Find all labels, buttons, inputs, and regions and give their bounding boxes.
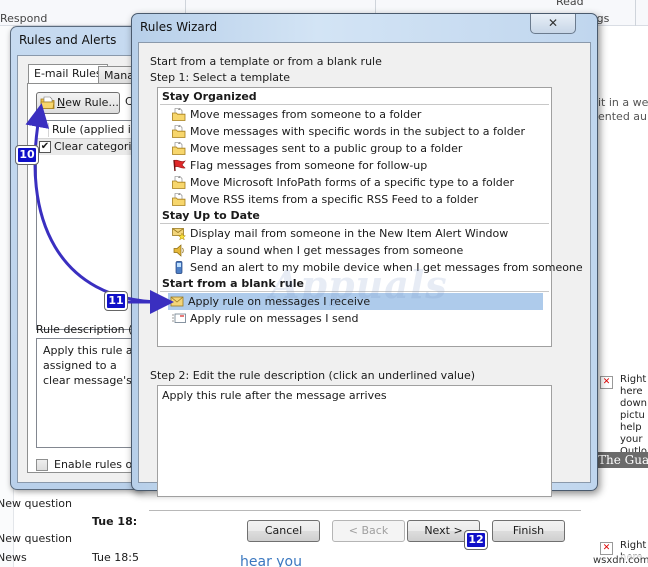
back-button[interactable]: < Back [332, 520, 405, 542]
mail-item-subject[interactable]: News [0, 551, 27, 564]
step-badge-12: 12 [464, 530, 488, 550]
move-to-folder-icon [172, 108, 186, 121]
group-header-stay-up-to-date: Stay Up to Date [160, 208, 549, 224]
mnemonic: N [57, 96, 66, 109]
template-label: Display mail from someone in the New Ite… [190, 227, 509, 240]
reading-pane-heading: hear you [240, 554, 302, 567]
template-item[interactable]: Flag messages from someone for follow-up [170, 157, 547, 174]
description-line: clear message's ca [43, 374, 149, 387]
template-label: Move messages from someone to a folder [190, 108, 422, 121]
template-label: Send an alert to my mobile device when I… [190, 261, 583, 274]
template-list[interactable]: Stay Organized Move messages from someon… [157, 87, 583, 347]
finish-button[interactable]: Finish [492, 520, 565, 542]
template-label: Move RSS items from a specific RSS Feed … [190, 193, 479, 206]
receive-envelope-icon [170, 296, 184, 307]
move-to-folder-icon [172, 142, 186, 155]
broken-image-icon: ✕ [600, 542, 613, 555]
rules-and-alerts-dialog: Rules and Alerts E-mail Rules Manage Ale… [10, 26, 190, 490]
button-label: ew Rule... [65, 96, 119, 109]
template-item[interactable]: Move messages from someone to a folder [170, 106, 547, 123]
template-label: Apply rule on messages I send [190, 312, 359, 325]
cancel-button[interactable]: Cancel [247, 520, 320, 542]
rule-description-text: Apply this rule after the message arrive… [162, 389, 387, 402]
template-label: Apply rule on messages I receive [188, 295, 371, 308]
template-item[interactable]: Apply rule on messages I send [170, 310, 547, 327]
step2-label: Step 2: Edit the rule description (click… [150, 369, 476, 382]
template-item[interactable]: Play a sound when I get messages from so… [170, 242, 547, 259]
close-icon: ✕ [547, 16, 559, 30]
template-label: Move Microsoft InfoPath forms of a speci… [190, 176, 515, 189]
new-rule-button[interactable]: New Rule... [36, 92, 120, 114]
dialog-title: Rules Wizard [140, 20, 218, 34]
reading-pane-text: ented au [598, 110, 648, 123]
move-to-folder-icon [172, 125, 186, 138]
mail-item-time: Tue 18: [92, 515, 138, 528]
mail-item-time: Tue 18:5 [92, 551, 139, 564]
template-item[interactable]: Move RSS items from a specific RSS Feed … [170, 191, 547, 208]
ribbon-group-respond: Respond [0, 12, 48, 25]
close-button[interactable]: ✕ [530, 14, 576, 34]
description-line: assigned to a [43, 359, 117, 372]
rules-wizard-dialog: Rules Wizard ✕ Start from a template or … [131, 13, 598, 497]
step-badge-10: 10 [15, 145, 39, 165]
flag-icon [173, 159, 186, 172]
ad-text: Right here down pictu help your Outlo [620, 374, 647, 457]
new-rule-folder-icon [40, 96, 55, 109]
template-label: Flag messages from someone for follow-up [190, 159, 428, 172]
ribbon-divider [635, 0, 636, 26]
tab-email-rules[interactable]: E-mail Rules [28, 64, 108, 84]
mail-item-subject[interactable]: New question [0, 532, 72, 545]
move-to-folder-icon [172, 193, 186, 206]
button-separator [149, 510, 581, 511]
enable-rules-checkbox[interactable] [36, 459, 48, 471]
guardian-banner[interactable]: The Guardian [598, 452, 648, 468]
template-item[interactable]: Send an alert to my mobile device when I… [170, 259, 583, 276]
template-label: Move messages with specific words in the… [190, 125, 525, 138]
site-watermark: wsxdn.com [593, 555, 648, 566]
template-item-selected[interactable]: Apply rule on messages I receive [168, 293, 543, 310]
mobile-device-icon [175, 261, 183, 274]
new-item-alert-icon [172, 228, 186, 240]
template-item[interactable]: Move messages sent to a public group to … [170, 140, 547, 157]
send-envelope-icon [172, 313, 186, 323]
speaker-icon [173, 244, 184, 257]
ad-block[interactable]: ✕ Right here down pictu help your Outlo [600, 374, 648, 457]
dialog-title: Rules and Alerts [19, 33, 117, 47]
rule-description-box[interactable]: Apply this rule after the message arrive… [157, 385, 552, 497]
template-item[interactable]: Display mail from someone in the New Ite… [170, 225, 547, 242]
mail-item-subject[interactable]: New question [0, 497, 72, 510]
rule-enabled-checkbox[interactable]: ✔ [39, 141, 51, 153]
wizard-body: Start from a template or from a blank ru… [138, 42, 591, 497]
template-label: Play a sound when I get messages from so… [190, 244, 464, 257]
reading-pane-text: it in a we [598, 96, 648, 109]
move-to-folder-icon [172, 176, 186, 189]
ribbon-read-label: Read [556, 0, 584, 8]
step-badge-11: 11 [104, 291, 128, 311]
group-header-stay-organized: Stay Organized [160, 89, 549, 105]
template-item[interactable]: Move Microsoft InfoPath forms of a speci… [170, 174, 547, 191]
broken-image-icon: ✕ [600, 376, 613, 389]
template-label: Move messages sent to a public group to … [190, 142, 463, 155]
wizard-intro: Start from a template or from a blank ru… [150, 55, 382, 68]
description-line: Apply this rule after [43, 344, 151, 357]
template-item[interactable]: Move messages with specific words in the… [170, 123, 547, 140]
group-header-blank-rule: Start from a blank rule [160, 276, 549, 292]
step1-label: Step 1: Select a template [150, 71, 291, 84]
